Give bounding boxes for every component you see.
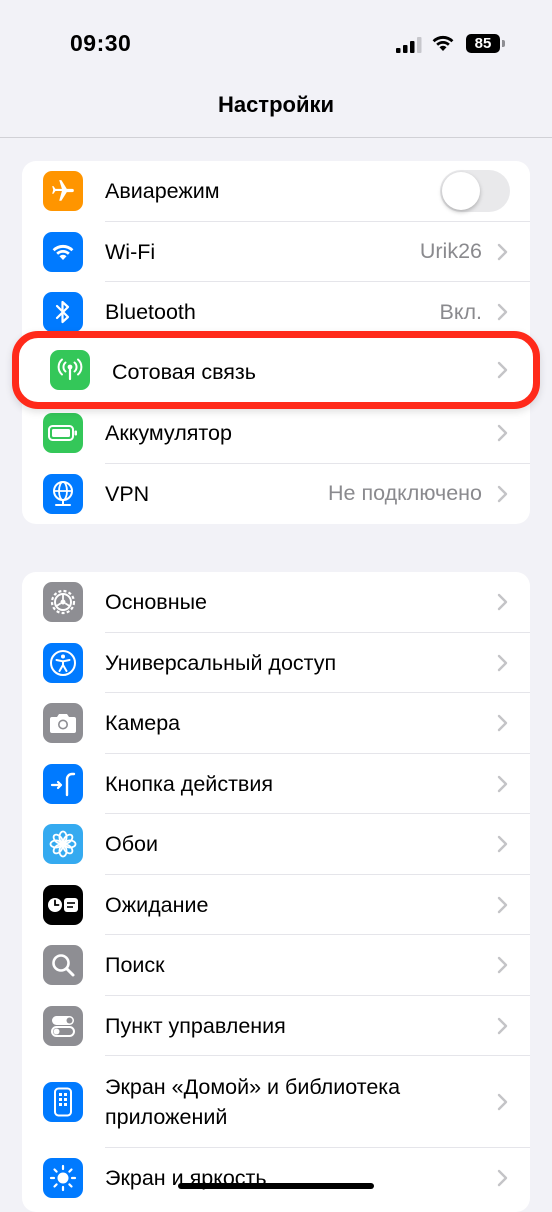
row-standby[interactable]: Ожидание (22, 875, 530, 936)
row-label: Bluetooth (105, 300, 196, 325)
chevron-right-icon (497, 1170, 508, 1187)
row-label: Аккумулятор (105, 421, 232, 446)
row-control-center[interactable]: Пункт управления (22, 996, 530, 1057)
battery-nub (502, 40, 505, 47)
wifi-icon (432, 35, 454, 51)
chevron-right-icon (497, 425, 508, 442)
action-button-icon (43, 763, 83, 804)
row-label: Обои (105, 832, 159, 857)
row-label: Сотовая связь (112, 360, 256, 384)
row-wifi[interactable]: Wi-Fi Urik26 (22, 222, 530, 283)
row-battery[interactable]: Аккумулятор (22, 403, 530, 464)
status-time: 09:30 (70, 30, 132, 56)
row-label: Камера (105, 711, 181, 736)
row-general[interactable]: Основные (22, 572, 530, 633)
row-vpn[interactable]: VPN Не подключено (22, 464, 530, 525)
chevron-right-icon (497, 485, 508, 502)
row-display-brightness[interactable]: Экран и яркость (22, 1148, 530, 1209)
chevron-right-icon (497, 896, 508, 913)
chevron-right-icon (497, 594, 508, 611)
row-accessibility[interactable]: Универсальный доступ (22, 633, 530, 694)
row-label: Основные (105, 590, 208, 615)
row-label: Поиск (105, 953, 165, 978)
row-airplane-mode[interactable]: Авиарежим (22, 161, 530, 222)
chevron-right-icon (497, 361, 508, 379)
chevron-right-icon (497, 957, 508, 974)
row-home-screen[interactable]: Экран «Домой» и библиотека приложений (22, 1056, 530, 1148)
chevron-right-icon (497, 836, 508, 853)
row-value: Вкл. (439, 299, 482, 324)
row-label: Кнопка действия (105, 771, 273, 796)
vpn-globe-icon (43, 473, 83, 514)
row-label: Экран «Домой» и библиотека приложений (105, 1075, 401, 1129)
page-title: Настройки (217, 92, 335, 117)
row-action-button[interactable]: Кнопка действия (22, 754, 530, 815)
row-label: Авиарежим (105, 179, 220, 204)
chevron-right-icon (497, 304, 508, 321)
settings-group-general: Основные Универсальный доступ Камера Кно… (22, 572, 530, 1212)
row-cellular[interactable]: Сотовая связь (12, 331, 540, 409)
chevron-right-icon (497, 1017, 508, 1034)
wifi-icon (43, 231, 83, 272)
battery-icon (43, 413, 83, 454)
status-bar: 09:30 85 (0, 0, 552, 90)
battery-icon: 85 (466, 34, 500, 53)
control-center-icon (43, 1005, 83, 1046)
signal-icon (396, 37, 422, 53)
airplane-mode-toggle[interactable] (440, 170, 510, 213)
home-indicator[interactable] (178, 1183, 374, 1189)
brightness-sun-icon (43, 1158, 83, 1199)
bluetooth-icon (43, 292, 83, 333)
home-screen-icon (43, 1082, 83, 1122)
row-wallpaper[interactable]: Обои (22, 814, 530, 875)
row-label: Wi-Fi (105, 239, 156, 264)
chevron-right-icon (497, 654, 508, 671)
wallpaper-flower-icon (43, 824, 83, 865)
row-label: Пункт управления (105, 1013, 286, 1038)
row-value: Urik26 (419, 239, 482, 264)
row-label: Универсальный доступ (105, 650, 337, 675)
standby-icon (43, 884, 83, 925)
accessibility-icon (43, 642, 83, 683)
row-label: Ожидание (105, 892, 209, 917)
gear-icon (43, 582, 83, 623)
chevron-right-icon (497, 243, 508, 260)
chevron-right-icon (497, 775, 508, 792)
search-icon (43, 945, 83, 986)
chevron-right-icon (497, 1093, 508, 1111)
row-camera[interactable]: Камера (22, 693, 530, 754)
cellular-antenna-icon (50, 350, 90, 390)
nav-divider (0, 137, 552, 138)
toggle-knob (442, 172, 480, 211)
row-value: Не подключено (328, 481, 482, 506)
chevron-right-icon (497, 715, 508, 732)
camera-icon (43, 703, 83, 744)
airplane-icon (43, 171, 83, 212)
row-search[interactable]: Поиск (22, 935, 530, 996)
